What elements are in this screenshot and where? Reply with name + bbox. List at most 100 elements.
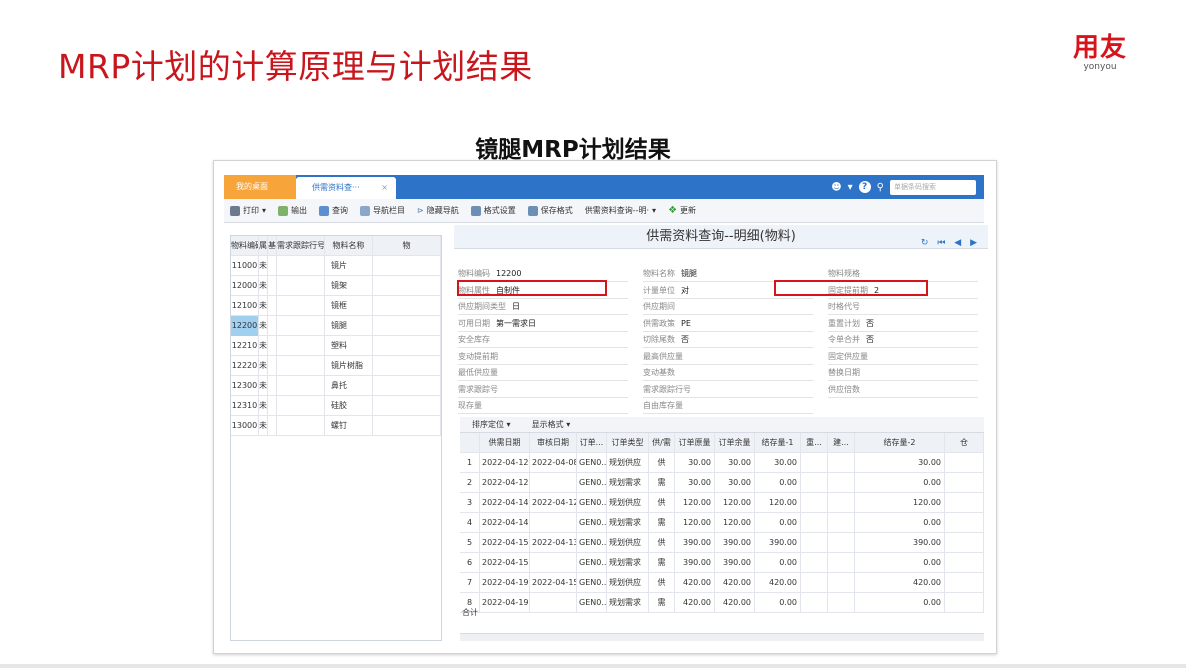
form-field[interactable]: 需求跟踪行号	[643, 381, 813, 398]
tab-my-desktop[interactable]: 我的桌面	[224, 175, 296, 199]
table-cell: 供	[649, 533, 675, 553]
column-header[interactable]: 结存量-2	[855, 433, 945, 453]
column-header[interactable]: 需求跟踪行号	[277, 236, 325, 256]
column-header[interactable]: 仓	[945, 433, 984, 453]
field-label: 计量单位	[643, 285, 675, 295]
table-cell: 390.00	[715, 553, 755, 573]
table-cell: 390.00	[855, 533, 945, 553]
table-cell: 未	[259, 336, 268, 356]
form-field[interactable]: 最低供应量	[458, 364, 628, 381]
table-row[interactable]: 5 2022-04-15 2022-04-13 GEN0... 规划供应供 390.00 3…	[460, 533, 984, 553]
tab-supply-demand[interactable]: 供需资料查··· ×	[296, 177, 396, 199]
table-row[interactable]: 7 2022-04-19 2022-04-15 GEN0... 规划供应供 420.00 4…	[460, 573, 984, 593]
table-row[interactable]: 3 2022-04-14 2022-04-12 GEN0... 规划供应供 120.00 1…	[460, 493, 984, 513]
help-icon[interactable]: ?	[858, 181, 871, 193]
column-header[interactable]: 供/需	[649, 433, 675, 453]
smiley-icon[interactable]: ☻	[831, 182, 841, 193]
table-cell: 390.00	[755, 533, 801, 553]
form-field[interactable]: 切除尾数否	[643, 331, 813, 348]
column-header[interactable]: 订单余量	[715, 433, 755, 453]
table-row[interactable]: 1 2022-04-12 2022-04-08 GEN0... 规划供应供 30.00 30…	[460, 453, 984, 473]
table-cell: 0.00	[855, 593, 945, 613]
record-nav-icons[interactable]: ↻ ⏮ ◀ ▶	[921, 231, 980, 255]
column-header[interactable]: 订单...	[577, 433, 607, 453]
column-header[interactable]: 审核日期	[530, 433, 577, 453]
table-cell: 需	[649, 473, 675, 493]
column-header[interactable]	[460, 433, 480, 453]
format-settings-button[interactable]: 格式设置	[470, 205, 516, 216]
form-field[interactable]: 时格代号	[828, 298, 978, 315]
form-field[interactable]: 供应期间类型日	[458, 298, 628, 315]
search-icon[interactable]: ⚲	[877, 182, 884, 193]
table-row[interactable]: 12100 未 镜框	[231, 296, 441, 316]
column-header[interactable]: 订单类型	[607, 433, 649, 453]
nav-column-button[interactable]: 导航栏目	[360, 205, 405, 216]
form-field[interactable]: 供应期间	[643, 298, 813, 315]
print-button[interactable]: 打印 ▾	[230, 205, 266, 216]
table-row[interactable]: 12200 未 镜腿	[231, 316, 441, 336]
table-row[interactable]: 2 2022-04-12 GEN0... 规划需求需 30.00 30.00 0.00 0.0…	[460, 473, 984, 493]
table-cell: 塑料	[325, 336, 373, 356]
sort-locate-button[interactable]: 排序定位 ▾	[472, 420, 511, 429]
form-field[interactable]: 最高供应量	[643, 348, 813, 365]
format-select[interactable]: 供需资料查询--明· ▾	[585, 205, 656, 216]
table-cell: 镜片	[325, 256, 373, 276]
horizontal-scrollbar[interactable]	[460, 633, 984, 641]
table-row[interactable]: 6 2022-04-15 GEN0... 规划需求需 390.00 390.00 0.00 0…	[460, 553, 984, 573]
table-row[interactable]: 12310 未 硅胶	[231, 396, 441, 416]
column-header[interactable]: 物料编码	[231, 236, 259, 256]
table-cell	[268, 336, 277, 356]
close-icon[interactable]: ×	[381, 177, 388, 199]
chevron-down-icon: ▾	[652, 206, 657, 215]
chevron-down-icon[interactable]: ▾	[848, 182, 853, 193]
table-cell: 12220	[231, 356, 259, 376]
table-row[interactable]: 12000 未 镜架	[231, 276, 441, 296]
form-field[interactable]: 替换日期	[828, 364, 978, 381]
form-field[interactable]: 需求跟踪号	[458, 381, 628, 398]
form-field[interactable]: 变动提前期	[458, 348, 628, 365]
form-field[interactable]: 自由库存量	[643, 397, 813, 414]
column-header[interactable]: 物料名称	[325, 236, 373, 256]
form-field[interactable]: 固定供应量	[828, 348, 978, 365]
table-cell: GEN0...	[577, 573, 607, 593]
column-header[interactable]: 建...	[828, 433, 855, 453]
column-header[interactable]: 重...	[801, 433, 828, 453]
column-header[interactable]: 属	[259, 236, 268, 256]
search-input[interactable]: 单据条码搜索	[890, 179, 976, 195]
table-cell: 供	[649, 493, 675, 513]
column-header[interactable]: 物	[373, 236, 441, 256]
form-field[interactable]: 供需政策 PE	[643, 315, 813, 332]
export-button[interactable]: 输出	[278, 205, 307, 216]
form-field[interactable]: 变动基数	[643, 364, 813, 381]
form-field[interactable]: 令单合并否	[828, 331, 978, 348]
table-cell: 4	[460, 513, 480, 533]
column-header[interactable]: 结存量-1	[755, 433, 801, 453]
save-format-button[interactable]: 保存格式	[527, 205, 573, 216]
table-cell: GEN0...	[577, 593, 607, 613]
table-row[interactable]: 12300 未 鼻托	[231, 376, 441, 396]
display-format-button[interactable]: 显示格式 ▾	[532, 420, 571, 429]
column-header[interactable]: 供需日期	[480, 433, 530, 453]
table-row[interactable]: 13000 未 螺钉	[231, 416, 441, 436]
form-field[interactable]: 可用日期 第一需求日	[458, 315, 628, 332]
form-field[interactable]: 重置计划否	[828, 315, 978, 332]
table-row[interactable]: 8 2022-04-19 GEN0... 规划需求需 420.00 420.00 0.00 0…	[460, 593, 984, 613]
query-button[interactable]: 查询	[319, 205, 348, 216]
form-field[interactable]: 现存量	[458, 397, 628, 414]
form-field[interactable]: 供应倍数	[828, 381, 978, 398]
table-cell: 2022-04-14	[480, 513, 530, 533]
hide-nav-button[interactable]: ⊳ 隐藏导航	[417, 205, 459, 216]
table-row[interactable]: 4 2022-04-14 GEN0... 规划需求需 120.00 120.00 0.00 0…	[460, 513, 984, 533]
table-row[interactable]: 12220 未 镜片树脂	[231, 356, 441, 376]
form-field[interactable]: 安全库存	[458, 331, 628, 348]
table-cell	[268, 396, 277, 416]
column-header[interactable]: 基	[268, 236, 277, 256]
column-header[interactable]: 订单原量	[675, 433, 715, 453]
table-row[interactable]: 12210 未 塑料	[231, 336, 441, 356]
refresh-button[interactable]: ❖ 更新	[668, 205, 696, 216]
table-row[interactable]: 11000 未 镜片	[231, 256, 441, 276]
table-cell: 未	[259, 356, 268, 376]
table-cell: GEN0...	[577, 513, 607, 533]
grid-toolbar: 排序定位 ▾ 显示格式 ▾	[460, 417, 984, 433]
table-cell: 供	[649, 573, 675, 593]
